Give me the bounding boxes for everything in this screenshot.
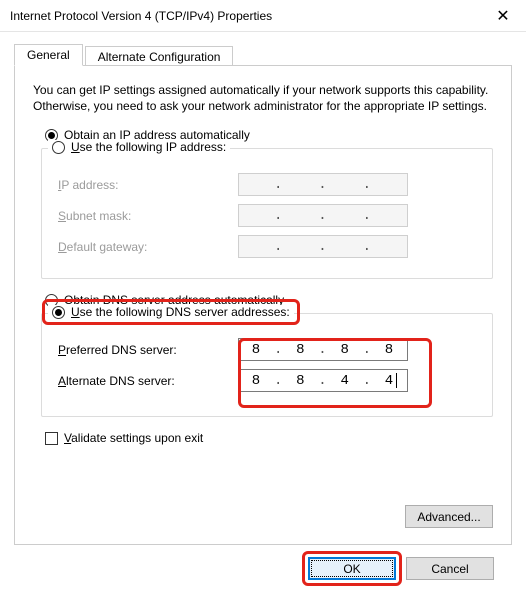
validate-label: Validate settings upon exit — [64, 431, 203, 445]
group-ip-manual: Use the following IP address: IP address… — [41, 148, 493, 279]
ok-button-label: OK — [343, 562, 360, 576]
alternate-dns-label: Alternate DNS server: — [52, 374, 232, 388]
tab-alternate[interactable]: Alternate Configuration — [85, 46, 234, 67]
subnet-mask-input: ... — [238, 204, 408, 227]
validate-checkbox[interactable] — [45, 432, 58, 445]
cancel-button-label: Cancel — [431, 562, 468, 576]
radio-ip-manual[interactable] — [52, 141, 65, 154]
subnet-mask-label: Subnet mask: — [52, 209, 232, 223]
group-dns-manual: Use the following DNS server addresses: … — [41, 313, 493, 417]
advanced-button[interactable]: Advanced... — [405, 505, 493, 528]
default-gateway-label: Default gateway: — [52, 240, 232, 254]
tab-general-label: General — [27, 48, 70, 62]
preferred-dns-input[interactable]: 8. 8. 8. 8 — [238, 338, 408, 361]
radio-dns-manual-label: Use the following DNS server addresses: — [71, 305, 290, 319]
validate-row[interactable]: Validate settings upon exit — [45, 431, 493, 445]
titlebar: Internet Protocol Version 4 (TCP/IPv4) P… — [0, 0, 526, 32]
tab-alternate-label: Alternate Configuration — [98, 50, 221, 64]
group-dns-legend[interactable]: Use the following DNS server addresses: — [48, 305, 294, 319]
tabstrip: General Alternate Configuration — [14, 42, 512, 66]
ip-address-input: ... — [238, 173, 408, 196]
text-cursor — [396, 373, 397, 388]
default-gateway-input: ... — [238, 235, 408, 258]
cancel-button[interactable]: Cancel — [406, 557, 494, 580]
advanced-button-label: Advanced... — [417, 510, 480, 524]
close-icon: ✕ — [496, 6, 509, 26]
description-text: You can get IP settings assigned automat… — [33, 82, 493, 114]
alternate-dns-input[interactable]: 8. 8. 4. 4 — [238, 369, 408, 392]
group-ip-legend[interactable]: Use the following IP address: — [48, 140, 230, 154]
radio-dns-manual[interactable] — [52, 306, 65, 319]
tab-general[interactable]: General — [14, 44, 83, 66]
preferred-dns-label: Preferred DNS server: — [52, 343, 232, 357]
window-title: Internet Protocol Version 4 (TCP/IPv4) P… — [10, 9, 480, 23]
ok-button[interactable]: OK — [308, 557, 396, 580]
dialog-buttons: OK Cancel — [14, 545, 512, 580]
ip-address-label: IP address: — [52, 178, 232, 192]
close-button[interactable]: ✕ — [480, 0, 526, 32]
radio-ip-manual-label: Use the following IP address: — [71, 140, 226, 154]
tabpanel-general: You can get IP settings assigned automat… — [14, 65, 512, 545]
